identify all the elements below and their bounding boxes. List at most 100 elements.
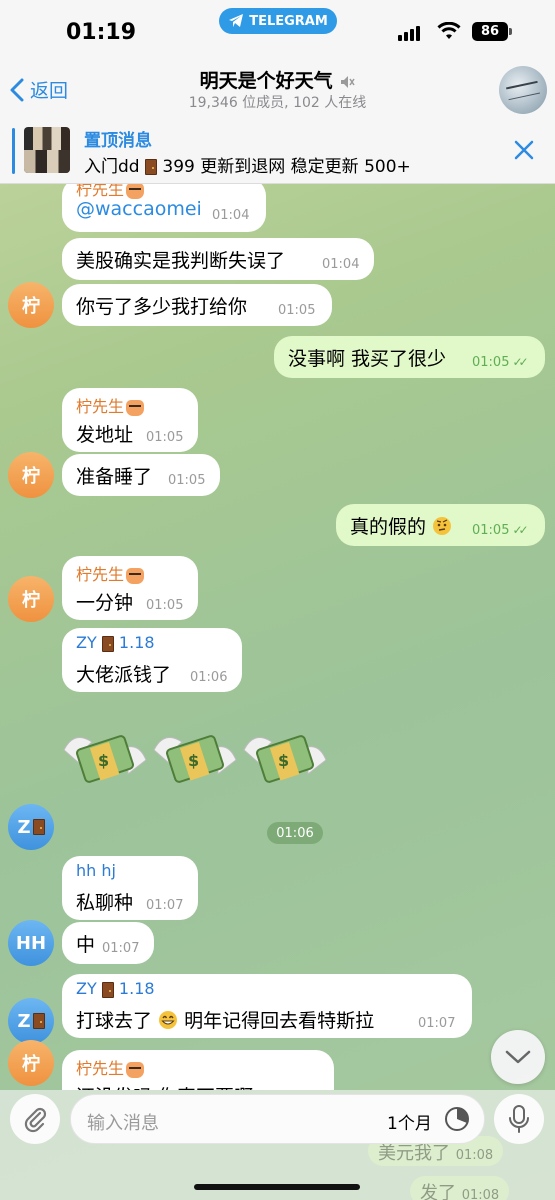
message-sender: 柠先生	[76, 393, 145, 417]
svg-text:$: $	[98, 751, 109, 770]
money-with-wings-emoji: $	[63, 735, 147, 783]
door-emoji	[101, 981, 114, 998]
chat-member-count: 19,346 位成员, 102 人在线	[188, 95, 367, 111]
chat-title-text: 明天是个好天气	[199, 70, 333, 92]
pinned-label: 置顶消息	[84, 131, 152, 151]
message-text: 没事啊 我买了很少	[288, 348, 447, 370]
message-sender: 柠先生	[76, 1055, 145, 1079]
ghost-message: 发了 01:08	[410, 1176, 510, 1200]
pinned-text: 入门dd 399 更新到退网 稳定更新 500+	[84, 152, 411, 177]
microphone-button[interactable]	[494, 1094, 544, 1144]
message-text: 真的假的	[350, 512, 452, 539]
auto-delete-timer-label[interactable]: 1个月	[387, 1109, 432, 1134]
message-bubble-outgoing[interactable]: 没事啊 我买了很少 01:05 ✓✓	[274, 336, 545, 378]
message-time: 01:05	[146, 430, 184, 445]
message-text: 准备睡了	[76, 466, 153, 488]
message-text: 一分钟	[76, 592, 134, 614]
pinned-text-prefix: 入门dd	[84, 157, 140, 177]
sender-avatar[interactable]: 柠	[8, 452, 54, 498]
svg-text:$: $	[188, 751, 199, 770]
message-text: 私聊种	[76, 892, 134, 914]
message-input[interactable]: 输入消息 1个月	[70, 1094, 485, 1144]
message-bubble[interactable]: 柠先生 发地址 01:05	[62, 388, 198, 452]
pinned-message-bar[interactable]: 置顶消息 入门dd 399 更新到退网 稳定更新 500+	[0, 118, 555, 184]
cat-emoji	[126, 1061, 145, 1078]
telegram-pill-label: TELEGRAM	[249, 13, 328, 29]
message-time: 01:07	[146, 898, 184, 913]
attach-button[interactable]	[10, 1094, 60, 1144]
paperclip-icon	[24, 1107, 47, 1133]
message-sender: ZY 1.18	[76, 633, 155, 652]
group-avatar[interactable]	[499, 66, 547, 114]
grinning-emoji	[159, 1011, 178, 1029]
message-bubble[interactable]: 美股确实是我判断失误了 01:04	[62, 238, 374, 280]
sender-avatar[interactable]: Z	[8, 804, 54, 850]
message-text: 发地址	[76, 424, 134, 446]
message-text: 你亏了多少我打给你	[76, 296, 248, 318]
status-time: 01:19	[66, 20, 137, 45]
message-bubble[interactable]: 中 01:07	[62, 922, 154, 964]
message-time: 01:05	[278, 303, 316, 318]
raised-eyebrow-emoji	[433, 517, 452, 535]
pinned-thumbnail-lower	[24, 150, 70, 173]
microphone-icon	[509, 1105, 529, 1133]
message-sender: ZY 1.18	[76, 979, 155, 998]
sender-avatar[interactable]: 柠	[8, 576, 54, 622]
message-bubble-outgoing[interactable]: 真的假的 01:05 ✓✓	[336, 504, 545, 546]
message-mention-link[interactable]: @waccaomei	[76, 198, 202, 220]
svg-text:$: $	[278, 751, 289, 770]
pinned-indicator	[12, 128, 15, 174]
message-list[interactable]: 柠先生 @waccaomei 01:04 美股确实是我判断失误了 01:04 柠…	[0, 184, 555, 1090]
message-text: 美股确实是我判断失误了	[76, 250, 286, 272]
message-time: 01:05	[168, 473, 206, 488]
sender-avatar[interactable]: Z	[8, 998, 54, 1044]
message-sender: 柠先生	[76, 561, 145, 585]
chat-header: 返回 明天是个好天气 19,346 位成员, 102 人在线	[0, 62, 555, 118]
read-checkmarks-icon: ✓✓	[512, 523, 528, 537]
wifi-icon	[437, 22, 461, 39]
message-time: 01:04	[212, 208, 250, 223]
chevron-down-icon	[505, 1050, 531, 1064]
door-emoji	[32, 1013, 45, 1029]
close-icon[interactable]	[512, 138, 536, 162]
cellular-signal-icon	[398, 26, 420, 41]
cat-emoji	[126, 567, 145, 584]
chat-title[interactable]: 明天是个好天气	[0, 66, 555, 93]
message-time: 01:05 ✓✓	[472, 523, 529, 538]
message-time: 01:05	[146, 598, 184, 613]
timer-icon[interactable]	[443, 1105, 471, 1133]
message-bubble[interactable]: 柠先生 @waccaomei 01:04	[62, 184, 266, 232]
message-bubble[interactable]: 柠先生 一分钟 01:05	[62, 556, 198, 620]
message-bubble[interactable]: hh hj 私聊种 01:07	[62, 856, 198, 920]
sticker-time: 01:06	[267, 822, 323, 844]
battery-tip	[509, 28, 512, 35]
battery-icon: 86	[472, 22, 508, 41]
message-time: 01:07	[418, 1016, 456, 1031]
message-time: 01:04	[322, 257, 360, 272]
message-bubble[interactable]: ZY 1.18 打球去了 明年记得回去看特斯拉 01:07	[62, 974, 472, 1038]
door-emoji	[101, 635, 114, 652]
scroll-to-bottom-button[interactable]	[491, 1030, 545, 1084]
message-bubble[interactable]: 柠先生 还没发吗 你真不要啊	[62, 1050, 334, 1090]
message-sender: hh hj	[76, 861, 116, 880]
message-text: 还没发吗 你真不要啊	[76, 1082, 253, 1090]
message-time: 01:06	[190, 670, 228, 685]
money-with-wings-emoji: $	[243, 735, 327, 783]
sender-avatar[interactable]: HH	[8, 920, 54, 966]
message-bubble[interactable]: 你亏了多少我打给你 01:05	[62, 284, 332, 326]
sender-avatar[interactable]: 柠	[8, 1040, 54, 1086]
cat-emoji	[126, 184, 145, 199]
telegram-icon	[229, 14, 244, 27]
message-time: 01:05 ✓✓	[472, 355, 529, 370]
message-input-placeholder: 输入消息	[87, 1113, 159, 1134]
message-time: 01:07	[102, 941, 140, 956]
message-bubble[interactable]: ZY 1.18 大佬派钱了 01:06	[62, 628, 242, 692]
telegram-pill[interactable]: TELEGRAM	[219, 8, 337, 34]
money-sticker-message[interactable]: $ $ $	[62, 720, 332, 810]
message-text: 中	[76, 934, 96, 956]
sender-avatar[interactable]: 柠	[8, 282, 54, 328]
door-emoji	[32, 819, 45, 835]
status-bar: 01:19 TELEGRAM 86	[0, 0, 555, 62]
message-bubble[interactable]: 准备睡了 01:05	[62, 454, 220, 496]
message-text: 打球去了 明年记得回去看特斯拉	[76, 1010, 375, 1032]
